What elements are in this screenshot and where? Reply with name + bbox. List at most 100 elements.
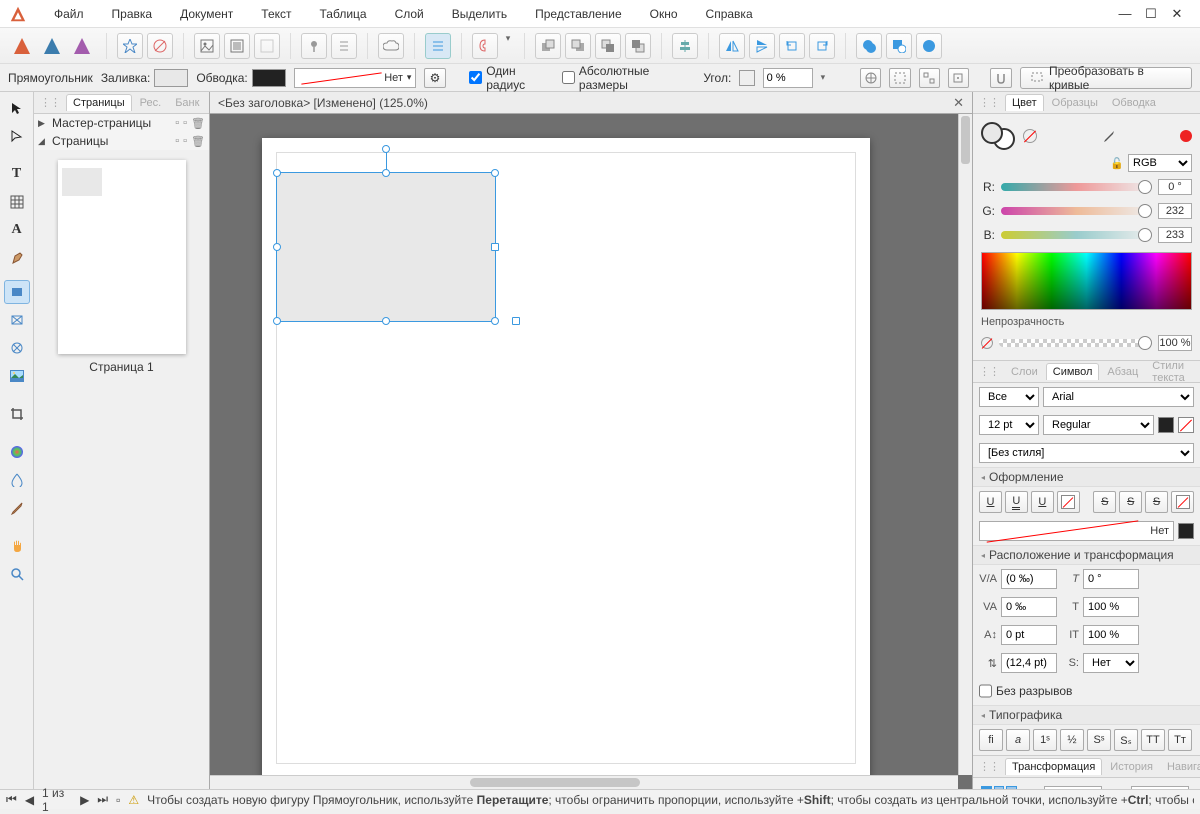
menu-select[interactable]: Выделить xyxy=(438,0,521,28)
master-pages-row[interactable]: ▶Мастер-страницы ▫▫🗑 xyxy=(34,114,209,132)
hscale-input[interactable] xyxy=(1083,597,1139,617)
delete-page-icon[interactable]: 🗑 xyxy=(191,135,205,148)
cloud-icon[interactable] xyxy=(378,33,404,59)
menu-help[interactable]: Справка xyxy=(692,0,767,28)
duplicate-master-icon[interactable]: ▫ xyxy=(183,117,187,130)
no-opacity-icon[interactable] xyxy=(981,337,993,349)
transform-w-input[interactable] xyxy=(1131,786,1189,789)
tab-character[interactable]: Символ xyxy=(1046,363,1100,380)
document-tab[interactable]: <Без заголовка> [Изменено] (125.0%) ✕ xyxy=(210,92,972,114)
menu-edit[interactable]: Правка xyxy=(98,0,167,28)
font-collection-select[interactable]: Все xyxy=(979,387,1039,407)
tab-swatches[interactable]: Образцы xyxy=(1046,95,1104,111)
delete-master-icon[interactable]: 🗑 xyxy=(191,117,205,130)
move-tool-icon[interactable] xyxy=(4,96,30,120)
tab-text-styles[interactable]: Стили текста xyxy=(1146,358,1200,386)
handle-bm[interactable] xyxy=(382,317,390,325)
image-frame-icon[interactable] xyxy=(194,33,220,59)
bool-add-icon[interactable] xyxy=(856,33,882,59)
preflight-off-icon[interactable] xyxy=(147,33,173,59)
superscript-btn[interactable]: Sˢ xyxy=(1087,729,1111,751)
menu-view[interactable]: Представление xyxy=(521,0,636,28)
preflight-icon[interactable] xyxy=(117,33,143,59)
tab-paragraph[interactable]: Абзац xyxy=(1101,364,1144,380)
handle-mr[interactable] xyxy=(491,243,499,251)
first-page-icon[interactable]: ⏮ xyxy=(6,792,17,807)
decoration-header[interactable]: Оформление xyxy=(973,467,1200,487)
page-thumbnail[interactable] xyxy=(58,160,186,354)
persona-publisher-icon[interactable] xyxy=(8,33,36,59)
window-close-icon[interactable]: ✕ xyxy=(1170,6,1184,22)
convert-to-curves-button[interactable]: Преобразовать в кривые xyxy=(1020,67,1192,89)
opacity-input[interactable]: 100 % xyxy=(1158,335,1192,351)
spectrum-picker[interactable] xyxy=(981,252,1192,310)
transform-x-input[interactable] xyxy=(1044,786,1102,789)
subscript-btn[interactable]: Sₛ xyxy=(1114,729,1138,751)
strike-style-btn[interactable]: S xyxy=(1145,491,1168,513)
next-page-icon[interactable]: ▶ xyxy=(80,793,89,807)
window-maximize-icon[interactable]: ☐ xyxy=(1144,6,1158,22)
tab-layers[interactable]: Слои xyxy=(1005,364,1044,380)
artistic-text-tool-icon[interactable]: A xyxy=(4,218,30,242)
last-picked-color[interactable] xyxy=(1180,130,1192,142)
tab-stroke[interactable]: Обводка xyxy=(1106,95,1162,111)
menu-layer[interactable]: Слой xyxy=(381,0,438,28)
hand-tool-icon[interactable] xyxy=(4,534,30,558)
text-bg-swatch[interactable] xyxy=(1178,417,1194,433)
stroke-swatch[interactable] xyxy=(252,69,286,87)
cycle-box-icon[interactable] xyxy=(948,68,969,88)
corner-radius-input[interactable] xyxy=(763,68,813,88)
order-front-icon[interactable] xyxy=(625,33,651,59)
transparency-tool-icon[interactable] xyxy=(4,468,30,492)
vscale-input[interactable] xyxy=(1083,625,1139,645)
window-minimize-icon[interactable]: ― xyxy=(1118,6,1132,22)
bool-sub-icon[interactable] xyxy=(886,33,912,59)
preflight-status-icon[interactable]: ▫ xyxy=(116,793,120,807)
pages-row[interactable]: ◢Страницы ▫▫🗑 xyxy=(34,132,209,150)
prev-page-icon[interactable]: ◀ xyxy=(25,793,34,807)
tab-color[interactable]: Цвет xyxy=(1005,94,1044,111)
tab-pages[interactable]: Страницы xyxy=(66,94,132,111)
kerning-input[interactable] xyxy=(1001,569,1057,589)
vertical-scrollbar[interactable] xyxy=(958,114,972,775)
crop-tool-icon[interactable] xyxy=(4,402,30,426)
ligatures-btn[interactable]: fi xyxy=(979,729,1003,751)
swash-btn[interactable]: a xyxy=(1006,729,1030,751)
rotate-cw-icon[interactable] xyxy=(809,33,835,59)
typography-header[interactable]: Типографика xyxy=(973,705,1200,725)
ordinals-btn[interactable]: 1ˢ xyxy=(1033,729,1057,751)
assistant-icon[interactable] xyxy=(472,33,498,59)
menu-window[interactable]: Окно xyxy=(636,0,692,28)
font-weight-select[interactable]: Regular xyxy=(1043,415,1154,435)
transform-origin-icon[interactable] xyxy=(860,68,881,88)
no-strike-btn[interactable] xyxy=(1171,491,1194,513)
add-page-icon[interactable]: ▫ xyxy=(175,135,179,148)
underline-stroke-combo[interactable]: Нет xyxy=(979,521,1174,541)
horizontal-scrollbar[interactable] xyxy=(210,775,958,789)
strike-btn[interactable]: S xyxy=(1093,491,1116,513)
anchor-widget[interactable] xyxy=(981,786,1017,789)
fill-swatch[interactable] xyxy=(154,69,188,87)
persona-photo-icon[interactable] xyxy=(68,33,96,59)
baseline-icon[interactable] xyxy=(425,33,451,59)
order-back-icon[interactable] xyxy=(595,33,621,59)
g-input[interactable]: 232 xyxy=(1158,203,1192,219)
text-style-select[interactable]: [Без стиля] xyxy=(979,443,1194,463)
eyedropper-icon[interactable] xyxy=(1102,129,1116,143)
single-radius-checkbox[interactable] xyxy=(469,71,482,84)
pen-tool-icon[interactable] xyxy=(4,246,30,270)
canvas-viewport[interactable] xyxy=(210,114,972,789)
rotate-ccw-icon[interactable] xyxy=(779,33,805,59)
double-underline-btn[interactable]: U xyxy=(1005,491,1028,513)
flip-h-icon[interactable] xyxy=(719,33,745,59)
menu-document[interactable]: Документ xyxy=(166,0,247,28)
leading-override-input[interactable] xyxy=(1001,653,1057,673)
color-picker-tool-icon[interactable] xyxy=(4,496,30,520)
handle-tr[interactable] xyxy=(491,169,499,177)
menu-file[interactable]: Файл xyxy=(40,0,98,28)
tab-bank[interactable]: Банк xyxy=(169,95,205,111)
fill-tool-icon[interactable] xyxy=(4,440,30,464)
bool-intersect-icon[interactable] xyxy=(916,33,942,59)
rotation-handle[interactable] xyxy=(382,145,390,153)
color-lock-icon[interactable]: 🔓 xyxy=(1110,157,1124,170)
